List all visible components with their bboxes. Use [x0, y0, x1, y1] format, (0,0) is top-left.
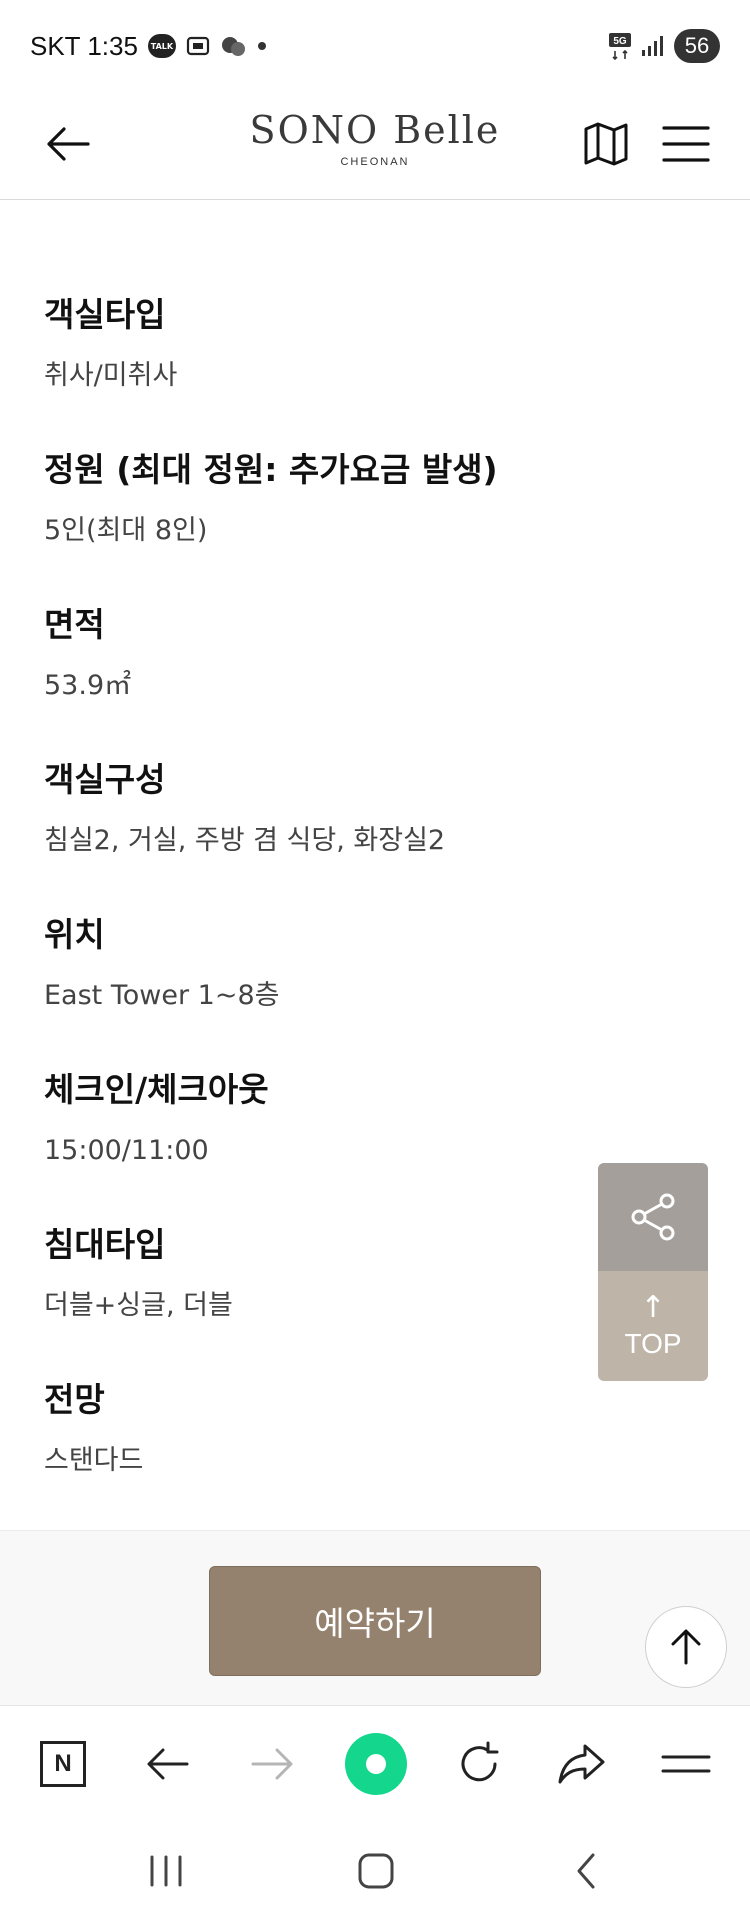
info-label: 객실타입 [44, 295, 166, 334]
reserve-button[interactable]: 예약하기 [209, 1566, 541, 1676]
system-back-button[interactable] [551, 1841, 621, 1901]
browser-forward-button[interactable] [240, 1732, 304, 1796]
kakaotalk-icon: TALK [147, 34, 176, 58]
network-5g-icon: 5G [608, 31, 632, 61]
info-item-check-in-out: 체크인/체크아웃 15:00/11:00 [44, 1067, 684, 1222]
status-time: SKT 1:35 [30, 30, 138, 61]
browser-back-button[interactable] [136, 1732, 200, 1796]
android-nav-bar [0, 1821, 750, 1922]
arrow-up-icon [671, 1629, 701, 1665]
refresh-icon [461, 1741, 499, 1782]
app-screen: SKT 1:35 TALK 5G 56 SONO Belle CHEONAN 객… [0, 0, 750, 1922]
info-label: 면적 [44, 605, 105, 644]
share-icon [631, 1193, 675, 1241]
green-dot-icon [345, 1733, 407, 1795]
info-item-view: 전망 스탠다드 [44, 1377, 684, 1532]
chat-bubble-icon [220, 35, 246, 57]
home-button[interactable] [341, 1841, 411, 1901]
info-value: East Tower 1~8층 [44, 980, 280, 1011]
hamburger-menu-icon [662, 126, 710, 162]
arrow-left-icon [147, 1748, 189, 1780]
status-bar: SKT 1:35 TALK 5G 56 [0, 0, 750, 92]
browser-menu-button[interactable] [654, 1732, 718, 1796]
page-top-button[interactable]: ↑ TOP [598, 1271, 708, 1381]
signal-icon [640, 34, 666, 58]
map-icon [584, 122, 628, 166]
svg-text:5G: 5G [613, 36, 627, 47]
info-value: 침실2, 거실, 주방 겸 식당, 화장실2 [44, 825, 446, 856]
naver-green-dot-button[interactable] [344, 1732, 408, 1796]
status-left: SKT 1:35 TALK [30, 26, 268, 66]
site-header: SONO Belle CHEONAN [0, 92, 750, 200]
info-value: 15:00/11:00 [44, 1135, 209, 1166]
gallery-icon [186, 35, 210, 57]
naver-n-icon: N [40, 1741, 86, 1787]
recent-apps-icon [150, 1855, 182, 1887]
recent-apps-button[interactable] [131, 1841, 201, 1901]
floating-actions: ↑ TOP [598, 1163, 708, 1381]
info-item-location: 위치 East Tower 1~8층 [44, 912, 684, 1067]
map-button[interactable] [574, 112, 638, 176]
arrow-right-icon [251, 1748, 293, 1780]
info-value: 취사/미취사 [44, 360, 178, 391]
info-label: 객실구성 [44, 760, 166, 799]
info-value: 53.9㎡ [44, 670, 132, 701]
share-page-button[interactable] [550, 1732, 614, 1796]
double-line-menu-icon [661, 1755, 711, 1773]
info-item-bed-type: 침대타입 더블+싱글, 더블 [44, 1222, 684, 1377]
room-info-list: 객실타입 취사/미취사 정원 (최대 정원: 추가요금 발생) 5인(최대 8인… [44, 292, 684, 1532]
chevron-left-icon [577, 1853, 595, 1889]
info-value: 더블+싱글, 더블 [44, 1290, 233, 1321]
menu-button[interactable] [654, 112, 718, 176]
reservation-bar: 예약하기 [0, 1530, 750, 1705]
refresh-button[interactable] [447, 1732, 511, 1796]
home-square-icon [358, 1853, 394, 1889]
battery-indicator: 56 [674, 29, 720, 63]
info-item-room-composition: 객실구성 침실2, 거실, 주방 겸 식당, 화장실2 [44, 757, 684, 912]
info-item-area: 면적 53.9㎡ [44, 602, 684, 757]
info-label: 체크인/체크아웃 [44, 1070, 269, 1109]
share-button[interactable] [598, 1163, 708, 1271]
info-value: 스탠다드 [44, 1445, 144, 1476]
info-item-room-type: 객실타입 취사/미취사 [44, 292, 684, 447]
notification-dot-icon [256, 40, 268, 52]
info-item-capacity: 정원 (최대 정원: 추가요금 발생) 5인(최대 8인) [44, 447, 684, 602]
info-label: 전망 [44, 1380, 105, 1419]
arrow-up-icon: ↑ [640, 1290, 666, 1325]
info-label: 위치 [44, 915, 105, 954]
share-arrow-icon [558, 1744, 605, 1784]
status-right: 5G 56 [608, 26, 720, 66]
scroll-to-top-button[interactable] [645, 1606, 727, 1688]
info-label: 침대타입 [44, 1225, 166, 1264]
info-label: 정원 (최대 정원: 추가요금 발생) [44, 450, 498, 489]
info-value: 5인(최대 8인) [44, 515, 208, 546]
top-label: TOP [624, 1328, 682, 1359]
browser-toolbar: N [0, 1705, 750, 1821]
naver-home-button[interactable]: N [31, 1732, 95, 1796]
